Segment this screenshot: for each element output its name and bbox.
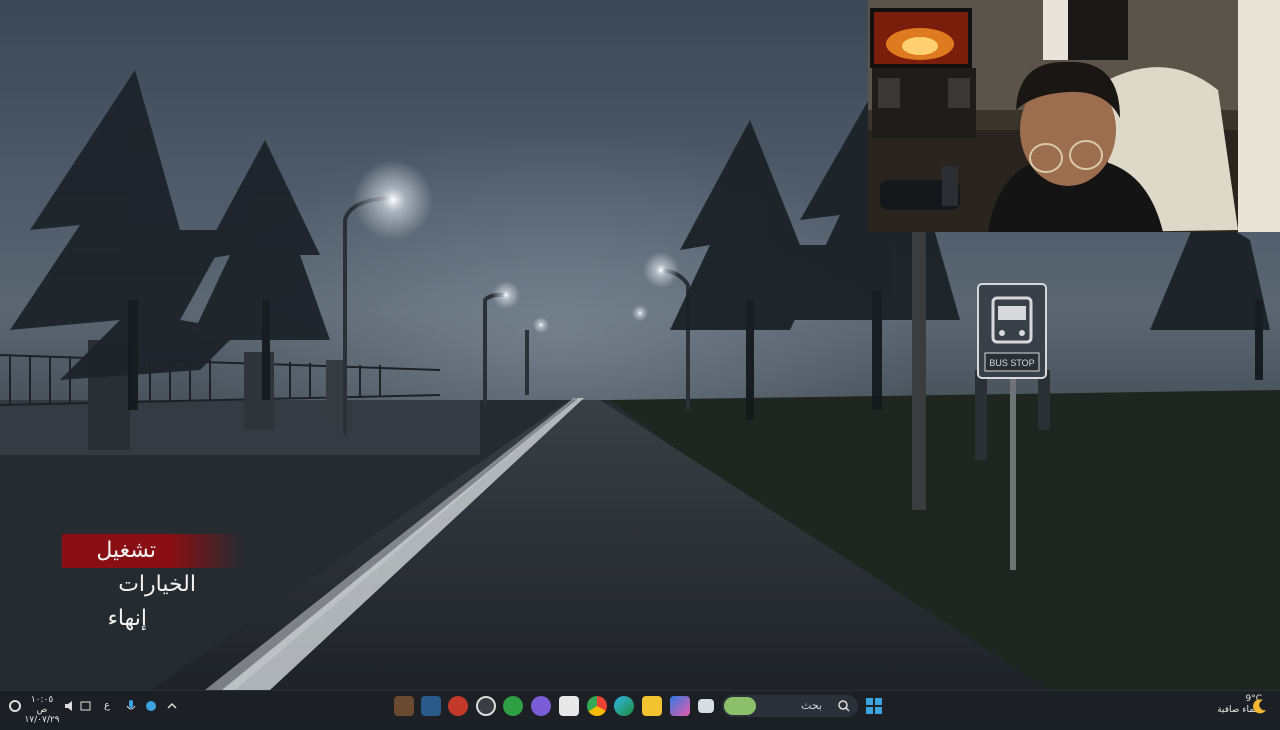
windows-taskbar: ١٠:٠٥ ص ١٧/٠٧/٢٩ ع بحث 9°C سماء صافية [0,690,1280,725]
media-player-icon[interactable] [476,696,496,716]
network-icon[interactable] [145,700,157,712]
settings-icon[interactable] [8,699,22,713]
moon-icon [1253,699,1266,714]
menu-quit-label: إنهاء [107,606,147,631]
menu-options-label: الخيارات [118,572,196,597]
game-thumbnail-icon[interactable] [394,696,414,716]
menu-play[interactable]: تشغيل [62,534,242,568]
chrome-icon[interactable] [587,696,607,716]
edge-icon[interactable] [614,696,634,716]
chrome-canary-icon[interactable] [448,696,468,716]
clock-date: ١٧/٠٧/٢٩ [24,715,60,725]
main-menu: تشغيل الخيارات إنهاء [62,534,242,636]
chevron-up-icon[interactable] [166,700,178,712]
bus-stop-label: BUS STOP [989,358,1034,368]
mic-icon[interactable] [126,699,136,713]
menu-options[interactable]: الخيارات [62,568,242,602]
battery-icon[interactable] [80,700,92,712]
clock-time: ١٠:٠٥ ص [30,695,54,715]
store-icon[interactable] [559,696,579,716]
copilot-icon[interactable] [670,696,690,716]
menu-quit[interactable]: إنهاء [62,602,242,636]
search-box[interactable]: بحث [722,695,858,717]
search-placeholder: بحث [801,699,822,712]
speaker-icon[interactable] [64,700,76,712]
clock[interactable]: ١٠:٠٥ ص ١٧/٠٧/٢٩ [24,695,60,725]
file-explorer-icon[interactable] [642,696,662,716]
webcam-overlay [868,0,1280,232]
window-icon[interactable] [698,699,714,713]
discord-icon[interactable] [531,696,551,716]
xbox-icon[interactable] [503,696,523,716]
steam-icon[interactable] [421,696,441,716]
language-indicator[interactable]: ع [104,700,110,730]
menu-play-label: تشغيل [96,538,156,563]
bus-stop-sign: BUS STOP [977,283,1047,379]
start-icon[interactable] [866,698,882,714]
search-highlight-image [724,697,756,715]
webcam-feed [868,0,1280,232]
search-icon [838,700,850,712]
